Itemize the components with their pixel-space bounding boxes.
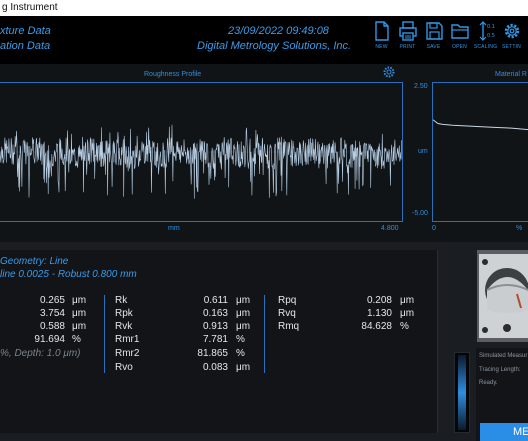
toolbar: NEW PRINT SAVE OPEN 0.1 0.5 SCALING SETTI…	[368, 20, 524, 60]
material-y-top: 2.50	[414, 83, 428, 90]
param-unit: μm	[236, 308, 251, 319]
param-name: Rvq	[278, 308, 296, 319]
material-x-start: 0	[432, 225, 436, 232]
parameters-panel: Geometry: Line line 0.0025 - Robust 0.80…	[0, 250, 438, 433]
material-y-unit: um	[418, 148, 428, 155]
toolbar-open-label: OPEN	[452, 44, 467, 50]
toolbar-print-button[interactable]: PRINT	[394, 20, 421, 60]
param-unit: μm	[400, 295, 415, 306]
param-unit: μm	[236, 321, 251, 332]
param-unit: %	[236, 348, 245, 359]
param-name: Rpk	[115, 308, 133, 319]
param-value: 84.628	[361, 321, 392, 332]
param-unit: μm	[400, 308, 415, 319]
param-unit: %	[72, 334, 81, 345]
param-unit: μm	[236, 295, 251, 306]
print-icon	[398, 21, 417, 41]
toolbar-save-button[interactable]: SAVE	[420, 20, 447, 60]
param-unit: μm	[236, 362, 251, 373]
param-name: Rpq	[278, 295, 297, 306]
param-name: Rmr2	[115, 348, 140, 359]
toolbar-settings-label: SETTIN	[502, 44, 521, 50]
column-divider	[264, 295, 265, 373]
param-value: 0.588	[39, 321, 65, 332]
column-divider	[104, 295, 105, 373]
filter-label: line 0.0025 - Robust 0.800 mm	[0, 269, 137, 280]
header-company: Digital Metrology Solutions, Inc.	[197, 40, 352, 52]
toolbar-new-label: NEW	[375, 44, 388, 50]
roughness-profile-line	[0, 124, 403, 199]
signal-level-meter	[454, 352, 470, 433]
roughness-x-unit: mm	[168, 225, 180, 232]
toolbar-new-button[interactable]: NEW	[368, 20, 395, 60]
param-name: Rmr1	[115, 334, 140, 345]
status-tracing-length: Tracing Length:	[479, 367, 521, 373]
param-value: 0.208	[366, 295, 392, 306]
param-value: 81.865	[197, 348, 228, 359]
status-ready: Ready.	[479, 380, 498, 386]
param-value: 0.265	[39, 295, 65, 306]
material-plot-area	[432, 82, 528, 222]
param-value: 0.163	[202, 308, 228, 319]
material-ratio-panel: Material R 2.50 um -5.00 0 %	[408, 64, 528, 242]
header-calibration-data: ation Data	[0, 40, 51, 52]
param-unit: μm	[72, 295, 87, 306]
header-datetime: 23/09/2022 09:49:08	[228, 25, 329, 37]
geometry-label: Geometry: Line	[0, 256, 69, 267]
depth-note: %, Depth: 1.0 μm)	[0, 348, 81, 359]
param-value: 0.083	[202, 362, 228, 373]
param-name: Rmq	[278, 321, 300, 332]
status-mode: Simulated Measur	[479, 353, 528, 359]
measure-button[interactable]: ME	[480, 423, 528, 441]
svg-text:0.1: 0.1	[487, 24, 495, 30]
material-ratio-chart	[432, 119, 528, 131]
roughness-profile-title: Roughness Profile	[144, 71, 202, 78]
toolbar-open-button[interactable]: OPEN	[446, 20, 473, 60]
param-value: 0.913	[202, 321, 228, 332]
param-value: 7.781	[202, 334, 228, 345]
app-header: xture Data ation Data 23/09/2022 09:49:0…	[0, 16, 528, 64]
param-name: Rk	[115, 295, 128, 306]
material-ratio-curve	[432, 119, 528, 131]
window-title: g Instrument	[2, 2, 58, 13]
new-file-icon	[374, 21, 389, 41]
param-unit: %	[236, 334, 245, 345]
toolbar-settings-button[interactable]: SETTIN	[498, 20, 525, 60]
param-value: 3.754	[39, 308, 65, 319]
svg-text:0.5: 0.5	[487, 33, 495, 39]
material-x-unit: %	[516, 225, 523, 232]
toolbar-print-label: PRINT	[399, 44, 416, 50]
param-value: 0.611	[203, 295, 228, 306]
roughness-profile-panel: Roughness Profile mm 4.800	[0, 64, 408, 242]
window-title-bar: g Instrument	[0, 0, 528, 16]
param-name: Rvk	[115, 321, 133, 332]
scaling-icon: 0.1 0.5	[479, 21, 495, 41]
param-value: 91.694	[34, 334, 65, 345]
material-ratio-title: Material R	[495, 71, 527, 78]
toolbar-scaling-label: SCALING	[473, 44, 498, 50]
chart-settings-icon[interactable]	[382, 65, 396, 79]
save-icon	[425, 22, 443, 40]
material-y-bottom: -5.00	[412, 210, 428, 217]
roughness-plot-area	[0, 82, 403, 222]
toolbar-save-label: SAVE	[426, 44, 441, 50]
param-unit: μm	[72, 308, 87, 319]
roughness-x-end: 4.800	[381, 225, 399, 232]
open-folder-icon	[450, 24, 469, 39]
settings-icon	[504, 23, 519, 39]
roughness-profile-chart	[0, 124, 403, 199]
param-name: Rvo	[115, 362, 133, 373]
toolbar-scaling-button[interactable]: 0.1 0.5 SCALING	[472, 20, 499, 60]
param-unit: μm	[72, 321, 87, 332]
instrument-camera-image	[477, 250, 528, 342]
param-value: 1.130	[366, 308, 392, 319]
header-texture-data: xture Data	[0, 25, 51, 37]
param-unit: %	[400, 321, 409, 332]
